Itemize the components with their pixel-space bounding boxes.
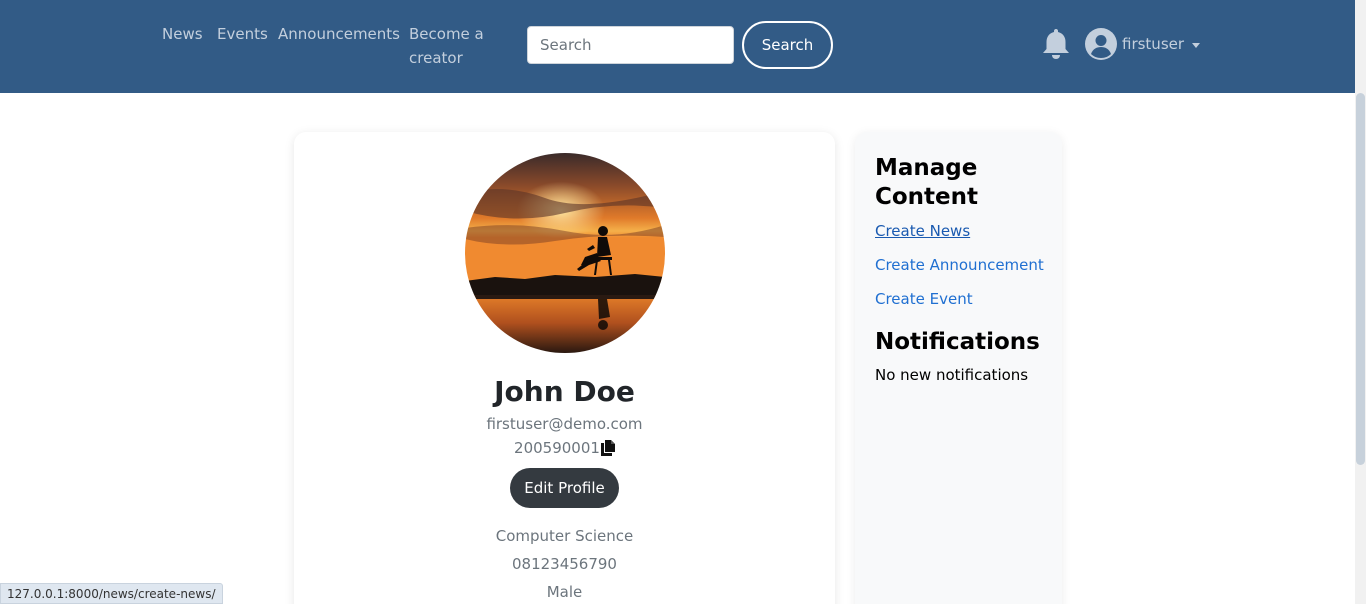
profile-department: Computer Science	[495, 527, 634, 545]
profile-phone: 08123456790	[512, 555, 617, 573]
profile-id-number: 200590001	[514, 439, 600, 457]
search-input[interactable]	[527, 26, 734, 64]
nav-link-become-creator[interactable]: Become a creator	[409, 22, 499, 70]
profile-avatar	[465, 153, 665, 353]
scrollbar-thumb[interactable]	[1356, 93, 1365, 465]
profile-email: firstuser@demo.com	[486, 415, 643, 433]
browser-status-url: 127.0.0.1:8000/news/create-news/	[0, 583, 223, 604]
user-menu-dropdown[interactable]: firstuser	[1085, 27, 1201, 61]
edit-profile-button[interactable]: Edit Profile	[510, 468, 619, 508]
nav-link-news[interactable]: News	[162, 22, 203, 46]
search-button[interactable]: Search	[742, 21, 833, 69]
profile-card: John Doe firstuser@demo.com 200590001 Ed…	[294, 132, 835, 604]
nav-link-announcements[interactable]: Announcements	[278, 22, 400, 46]
create-announcement-link[interactable]: Create Announcement	[875, 254, 1044, 276]
bell-icon[interactable]	[1040, 27, 1072, 61]
notifications-heading: Notifications	[875, 329, 1040, 355]
profile-gender: Male	[546, 583, 583, 601]
nav-link-events[interactable]: Events	[217, 22, 268, 46]
navbar: News Events Announcements Become a creat…	[0, 0, 1355, 93]
manage-content-heading: Manage Content	[875, 155, 979, 210]
profile-id-row: 200590001	[294, 437, 835, 459]
notifications-empty-text: No new notifications	[875, 366, 1029, 384]
user-circle-icon	[1085, 28, 1117, 60]
create-news-link[interactable]: Create News	[875, 220, 970, 242]
create-event-link[interactable]: Create Event	[875, 288, 973, 310]
chevron-down-icon	[1192, 42, 1201, 48]
manage-content-sidebar: Manage Content Create News Create Announ…	[855, 132, 1062, 604]
page-scrollbar[interactable]	[1355, 0, 1366, 604]
profile-name: John Doe	[494, 375, 635, 408]
copy-icon[interactable]	[600, 440, 615, 456]
username-label: firstuser	[1122, 35, 1185, 53]
